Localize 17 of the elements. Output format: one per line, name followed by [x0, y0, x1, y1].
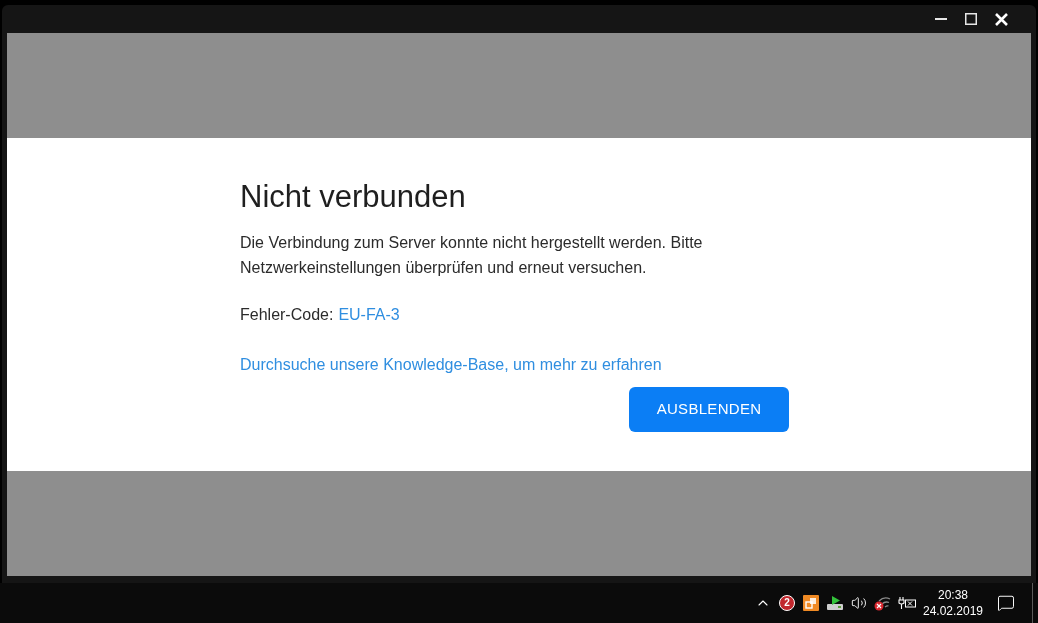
close-icon — [994, 12, 1008, 26]
dialog-message: Die Verbindung zum Server konnte nicht hergestellt werden. Bitte Netzwerkeinstellungen überprüfen und erneut versuchen. — [240, 233, 704, 278]
minimize-icon — [935, 18, 947, 20]
dialog-title: Nicht verbunden — [240, 179, 466, 215]
error-code-label: Fehler-Code: — [240, 305, 334, 325]
speaker-icon[interactable] — [851, 595, 867, 611]
wifi-error-icon[interactable] — [874, 595, 892, 611]
maximize-icon — [965, 13, 977, 25]
drive-arrow-icon[interactable] — [826, 595, 844, 611]
knowledge-base-link[interactable]: Durchsuche unsere Knowledge-Base, um mehr zu erfahren — [240, 352, 662, 377]
clock-time[interactable]: 20:38 — [938, 587, 968, 603]
tray-badge[interactable]: 2 — [779, 595, 795, 611]
battery-plug-icon[interactable] — [897, 596, 917, 610]
error-code-link[interactable]: EU-FA-3 — [338, 302, 400, 327]
notification-icon[interactable] — [997, 594, 1015, 612]
clock-date[interactable]: 24.02.2019 — [922, 603, 984, 619]
dismiss-button[interactable]: AUSBLENDEN — [629, 387, 789, 432]
